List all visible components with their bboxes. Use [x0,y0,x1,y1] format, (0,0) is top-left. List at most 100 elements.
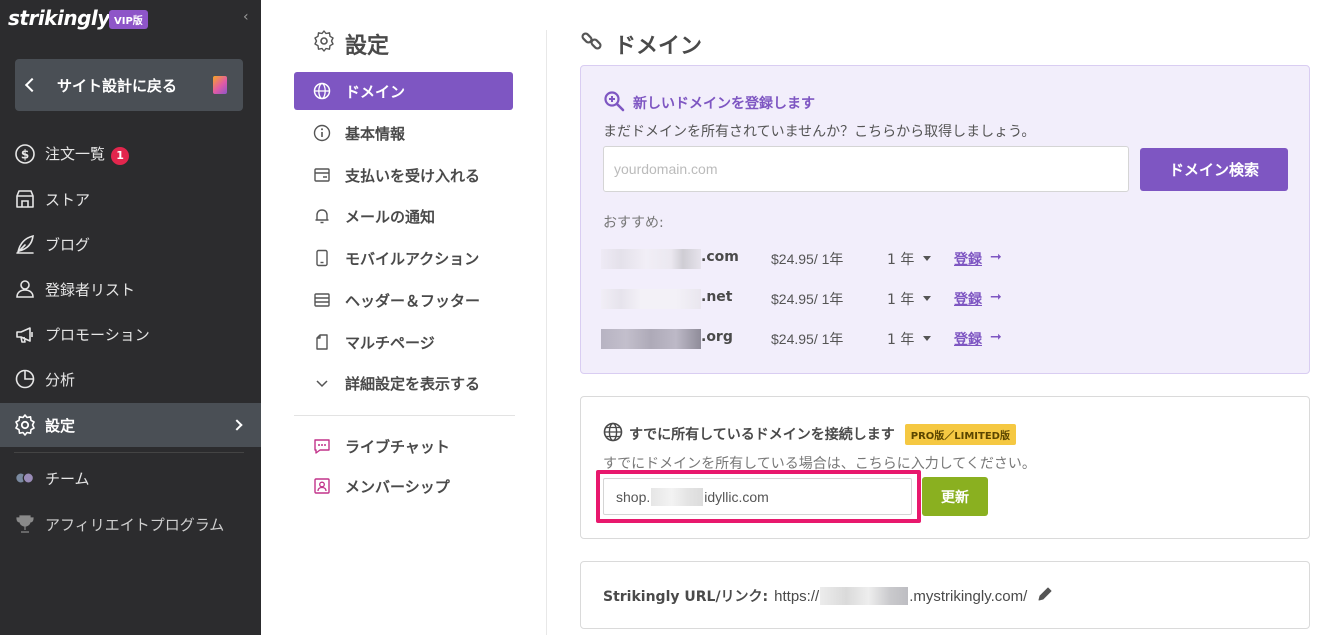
sidebar: strikingly VIP版 ‹ サイト設計に戻る $ 注文一覧 1 ストア ブ… [0,0,261,635]
settings-menu-basic-info[interactable]: 基本情報 [294,114,513,152]
caret-down-icon[interactable] [923,256,931,261]
domain-page-title: ドメイン [580,28,702,60]
register-link[interactable]: 登録 [954,249,982,269]
member-card-icon [313,477,331,495]
blurred-domain-name [601,289,701,309]
sidebar-item-label: ストア [45,190,91,209]
register-new-domain-panel: 新しいドメインを登録します まだドメインを所有されていませんか？こちらから取得し… [580,65,1310,374]
sidebar-item-affiliate[interactable]: アフィリエイトプログラム [0,502,261,546]
suggestion-row: .com $24.95/ 1年 1 年 登録 ➞ [601,246,1291,272]
store-icon [14,188,36,210]
url-prefix: https:// [774,587,820,605]
new-domain-subtitle: まだドメインを所有されていませんか？こちらから取得しましょう。 [603,124,1036,140]
domain-tld: .net [701,289,733,305]
sidebar-item-subscribers[interactable]: 登録者リスト [0,267,261,311]
caret-down-icon[interactable] [923,296,931,301]
globe-icon [603,422,623,446]
domain-tld: .com [701,249,739,265]
info-icon [313,124,331,142]
column-divider [546,30,547,635]
avatars-icon [14,467,36,489]
chevron-left-icon [24,77,40,93]
settings-menu-membership[interactable]: メンバーシップ [294,467,513,505]
domain-search-button[interactable]: ドメイン検索 [1140,148,1288,191]
gear-icon [313,30,335,58]
bell-icon [313,207,331,225]
sidebar-item-promotion[interactable]: プロモーション [0,312,261,356]
chevron-right-icon [231,419,243,431]
collapse-sidebar-icon[interactable]: ‹ [243,9,249,25]
trophy-icon [14,513,36,535]
blurred-domain-part [651,487,704,506]
sidebar-item-label: 注文一覧 [45,145,106,164]
recommendations-label: おすすめ: [603,215,664,231]
arrow-right-icon[interactable]: ➞ [990,329,1002,345]
sidebar-item-label: チーム [45,469,90,488]
settings-menu-payments[interactable]: 支払いを受け入れる [294,156,513,194]
svg-text:$: $ [21,148,29,162]
sidebar-item-orders[interactable]: $ 注文一覧 1 [0,132,261,176]
strikingly-url-panel: Strikingly URL/リンク: https:// .mystrikingl… [580,561,1310,629]
back-button-label: サイト設計に戻る [57,76,178,95]
term-select[interactable]: 1 年 [887,289,914,309]
strikingly-logo[interactable]: strikingly [8,6,110,30]
pro-limited-badge: PRO版／LIMITED版 [904,423,1016,445]
settings-menu-domain[interactable]: ドメイン [294,72,513,110]
settings-menu-live-chat[interactable]: ライブチャット [294,427,513,465]
header-footer-icon [313,291,331,309]
arrow-right-icon[interactable]: ➞ [990,289,1002,305]
settings-menu-show-advanced[interactable]: 詳細設定を表示する [294,364,513,402]
suggestion-row: .org $24.95/ 1年 1 年 登録 ➞ [601,326,1291,352]
domain-price: $24.95/ 1年 [771,331,844,347]
blurred-domain-name [601,329,701,349]
chevron-down-icon [313,374,331,392]
blurred-domain-name [601,249,701,269]
settings-menu-label: メールの通知 [345,207,436,226]
settings-menu-label: 詳細設定を表示する [345,374,481,393]
update-domain-button[interactable]: 更新 [922,477,988,516]
domain-search-input[interactable] [603,146,1129,192]
sidebar-item-settings[interactable]: 設定 [0,403,261,447]
feather-pen-icon [14,233,36,255]
sidebar-item-blog[interactable]: ブログ [0,222,261,266]
settings-menu-label: ドメイン [345,82,406,101]
back-to-site-editor-button[interactable]: サイト設計に戻る [15,59,243,111]
settings-menu-label: モバイルアクション [345,249,480,268]
sidebar-item-label: 分析 [45,370,76,389]
term-select[interactable]: 1 年 [887,329,914,349]
settings-menu-label: ライブチャット [345,437,450,456]
settings-menu-label: マルチページ [345,333,435,352]
sidebar-item-team[interactable]: チーム [0,456,261,500]
pencil-edit-icon[interactable] [1037,586,1053,606]
settings-menu-email-notifications[interactable]: メールの通知 [294,197,513,235]
sidebar-item-label: ブログ [45,235,91,254]
settings-menu-label: 支払いを受け入れる [345,166,481,185]
connect-domain-title: すでに所有しているドメインを接続します [629,427,895,443]
term-select[interactable]: 1 年 [887,249,914,269]
megaphone-icon [14,323,36,345]
domain-value-prefix: shop. [616,488,651,505]
settings-menu-multipage[interactable]: マルチページ [294,323,513,361]
globe-icon [313,82,331,100]
settings-menu-header-footer[interactable]: ヘッダー＆フッター [294,281,513,319]
settings-menu-mobile-actions[interactable]: モバイルアクション [294,239,513,277]
sidebar-item-label: プロモーション [45,325,150,344]
users-icon [14,278,36,300]
gear-icon [14,414,36,436]
url-suffix: .mystrikingly.com/ [909,587,1028,605]
register-link[interactable]: 登録 [954,289,982,309]
card-icon [313,166,331,184]
sidebar-item-analytics[interactable]: 分析 [0,357,261,401]
new-domain-title: 新しいドメインを登録します [633,96,815,112]
mobile-icon [313,249,331,267]
owned-domain-input[interactable]: shop. idyllic.com [603,478,912,515]
caret-down-icon[interactable] [923,336,931,341]
pie-chart-icon [14,368,36,390]
orders-count-badge: 1 [111,146,130,165]
page-icon [213,76,227,94]
settings-menu-label: メンバーシップ [345,477,450,496]
arrow-right-icon[interactable]: ➞ [990,249,1002,265]
domain-price: $24.95/ 1年 [771,251,844,267]
register-link[interactable]: 登録 [954,329,982,349]
sidebar-item-store[interactable]: ストア [0,177,261,221]
